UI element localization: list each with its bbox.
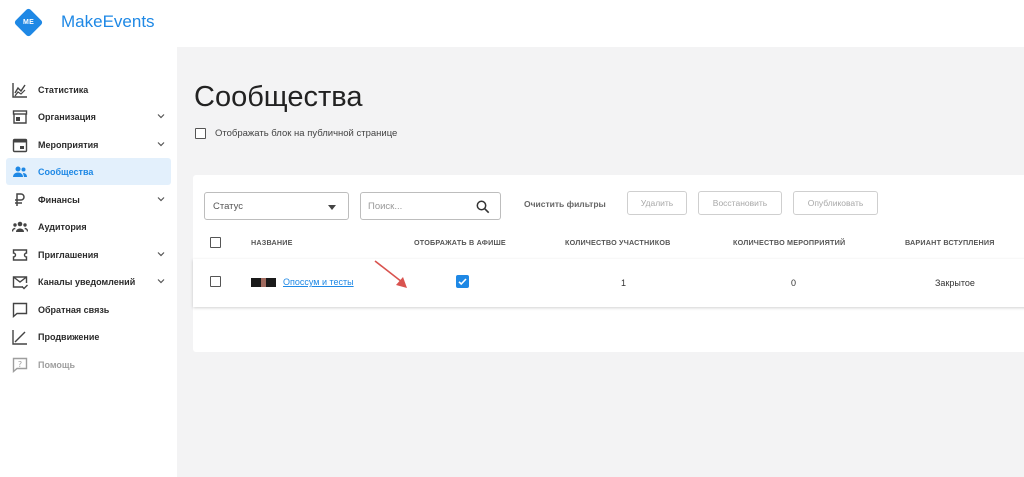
search-icon[interactable] bbox=[476, 200, 490, 214]
participants-count: 1 bbox=[621, 278, 627, 288]
table-row: Опоссум и тесты 1 0 Закрытое bbox=[193, 259, 1024, 307]
svg-text:?: ? bbox=[18, 360, 22, 369]
column-header-join-type[interactable]: ВАРИАНТ ВСТУПЛЕНИЯ bbox=[905, 238, 995, 247]
public-block-checkbox[interactable] bbox=[195, 128, 206, 139]
sidebar-item-label: Продвижение bbox=[38, 331, 100, 342]
column-header-events[interactable]: КОЛИЧЕСТВО МЕРОПРИЯТИЙ bbox=[733, 238, 845, 247]
clear-filters-button[interactable]: Очистить фильтры bbox=[524, 199, 606, 209]
sidebar: Статистика Организация Мероприятия Сообщ… bbox=[0, 47, 177, 477]
sidebar-item-invitations[interactable]: Приглашения bbox=[6, 241, 171, 268]
main-content: Сообщества Отображать блок на публичной … bbox=[177, 47, 1024, 477]
status-select[interactable]: Статус bbox=[204, 192, 349, 220]
search-box bbox=[360, 192, 501, 220]
logo-text: ME bbox=[23, 19, 34, 26]
group-icon bbox=[12, 219, 28, 235]
column-header-show-in-poster[interactable]: ОТОБРАЖАТЬ В АФИШЕ bbox=[414, 238, 506, 247]
public-block-label: Отображать блок на публичной странице bbox=[215, 128, 398, 139]
sidebar-item-label: Мероприятия bbox=[38, 139, 99, 150]
ticket-icon bbox=[12, 247, 28, 263]
app-header: ME MakeEvents bbox=[0, 0, 1024, 47]
community-name-link[interactable]: Опоссум и тесты bbox=[283, 277, 354, 287]
chevron-down-icon[interactable] bbox=[157, 250, 165, 258]
chevron-down-icon[interactable] bbox=[157, 140, 165, 148]
restore-button[interactable]: Восстановить bbox=[698, 191, 782, 215]
sidebar-item-label: Статистика bbox=[38, 84, 89, 95]
stats-chart-icon bbox=[12, 82, 28, 98]
sidebar-item-promotion[interactable]: Продвижение bbox=[6, 323, 171, 350]
ruble-icon bbox=[12, 192, 28, 208]
annotation-arrow-icon bbox=[374, 260, 407, 288]
sidebar-item-notification-channels[interactable]: Каналы уведомлений bbox=[6, 268, 171, 295]
trend-icon bbox=[12, 329, 28, 345]
sidebar-item-communities[interactable]: Сообщества bbox=[6, 158, 171, 185]
chevron-down-icon[interactable] bbox=[157, 277, 165, 285]
sidebar-item-statistics[interactable]: Статистика bbox=[6, 76, 171, 103]
sidebar-item-help[interactable]: ? Помощь bbox=[6, 351, 171, 378]
chevron-down-icon[interactable] bbox=[157, 112, 165, 120]
select-all-checkbox[interactable] bbox=[210, 237, 221, 248]
delete-button[interactable]: Удалить bbox=[627, 191, 687, 215]
sidebar-item-label: Обратная связь bbox=[38, 304, 110, 315]
communities-card: Статус Очистить фильтры Удалить Восстано… bbox=[193, 175, 1024, 352]
sidebar-item-finance[interactable]: Финансы bbox=[6, 186, 171, 213]
show-in-poster-checkbox[interactable] bbox=[456, 275, 469, 288]
page-title: Сообщества bbox=[194, 81, 363, 113]
status-select-value: Статус bbox=[213, 201, 244, 212]
sidebar-item-feedback[interactable]: Обратная связь bbox=[6, 296, 171, 323]
events-count: 0 bbox=[791, 278, 797, 288]
app-logo[interactable]: ME bbox=[13, 7, 44, 38]
help-icon: ? bbox=[12, 357, 28, 373]
sidebar-item-label: Каналы уведомлений bbox=[38, 276, 136, 287]
row-checkbox[interactable] bbox=[210, 276, 221, 287]
sidebar-item-label: Сообщества bbox=[38, 166, 94, 177]
store-icon bbox=[12, 109, 28, 125]
feedback-icon bbox=[12, 302, 28, 318]
caret-down-icon bbox=[328, 205, 336, 210]
sidebar-item-label: Аудитория bbox=[38, 221, 87, 232]
search-input[interactable] bbox=[368, 199, 468, 214]
sidebar-item-label: Помощь bbox=[38, 359, 76, 370]
people-icon bbox=[12, 164, 28, 180]
sidebar-item-organization[interactable]: Организация bbox=[6, 103, 171, 130]
column-header-name[interactable]: НАЗВАНИЕ bbox=[251, 238, 293, 247]
checkmark-icon bbox=[458, 278, 467, 286]
calendar-icon bbox=[12, 137, 28, 153]
chevron-down-icon[interactable] bbox=[157, 195, 165, 203]
sidebar-item-label: Финансы bbox=[38, 194, 80, 205]
community-thumbnail bbox=[251, 278, 276, 287]
sidebar-item-label: Приглашения bbox=[38, 249, 99, 260]
column-header-participants[interactable]: КОЛИЧЕСТВО УЧАСТНИКОВ bbox=[565, 238, 671, 247]
sidebar-item-events[interactable]: Мероприятия bbox=[6, 131, 171, 158]
brand-name[interactable]: MakeEvents bbox=[61, 12, 155, 32]
mail-check-icon bbox=[12, 274, 28, 290]
sidebar-item-audience[interactable]: Аудитория bbox=[6, 213, 171, 240]
join-type-value: Закрытое bbox=[935, 278, 975, 288]
sidebar-item-label: Организация bbox=[38, 111, 96, 122]
publish-button[interactable]: Опубликовать bbox=[793, 191, 878, 215]
